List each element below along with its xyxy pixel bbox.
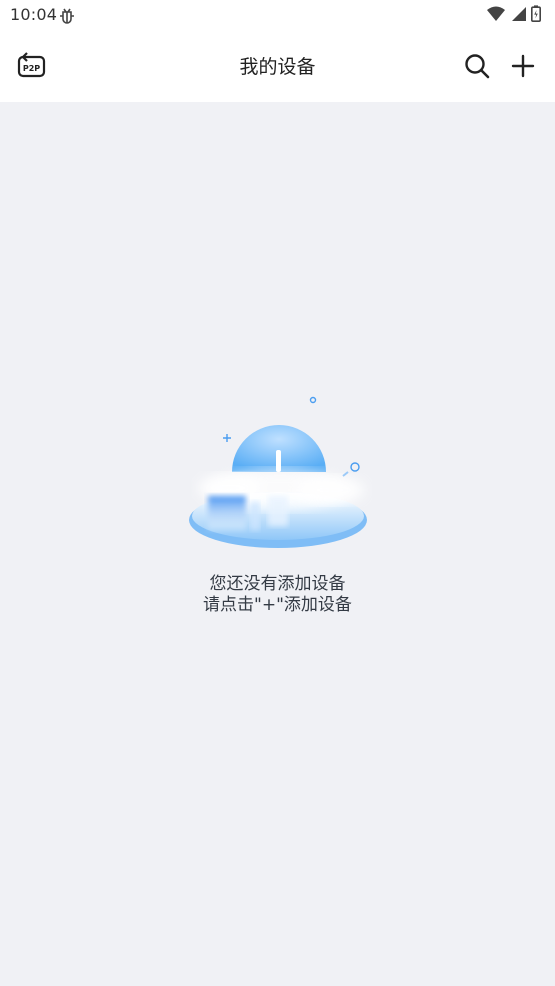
- add-device-button[interactable]: [508, 51, 538, 81]
- bug-icon: [60, 8, 74, 24]
- empty-devices-illustration: [189, 396, 367, 548]
- empty-state-message: 您还没有添加设备: [209, 574, 346, 594]
- battery-icon: [531, 5, 541, 22]
- status-icons: [487, 5, 541, 22]
- empty-state-hint: 请点击"+"添加设备: [203, 595, 352, 615]
- signal-icon: [512, 6, 526, 21]
- search-button[interactable]: [462, 51, 492, 81]
- app-header: P2P 我的设备: [0, 30, 555, 102]
- device-list-area: 您还没有添加设备 请点击"+"添加设备: [0, 102, 555, 986]
- search-icon: [465, 54, 490, 79]
- plus-icon: [511, 54, 535, 78]
- status-time: 10:04: [10, 5, 58, 24]
- status-bar: 10:04: [0, 0, 555, 30]
- wifi-icon: [487, 6, 505, 21]
